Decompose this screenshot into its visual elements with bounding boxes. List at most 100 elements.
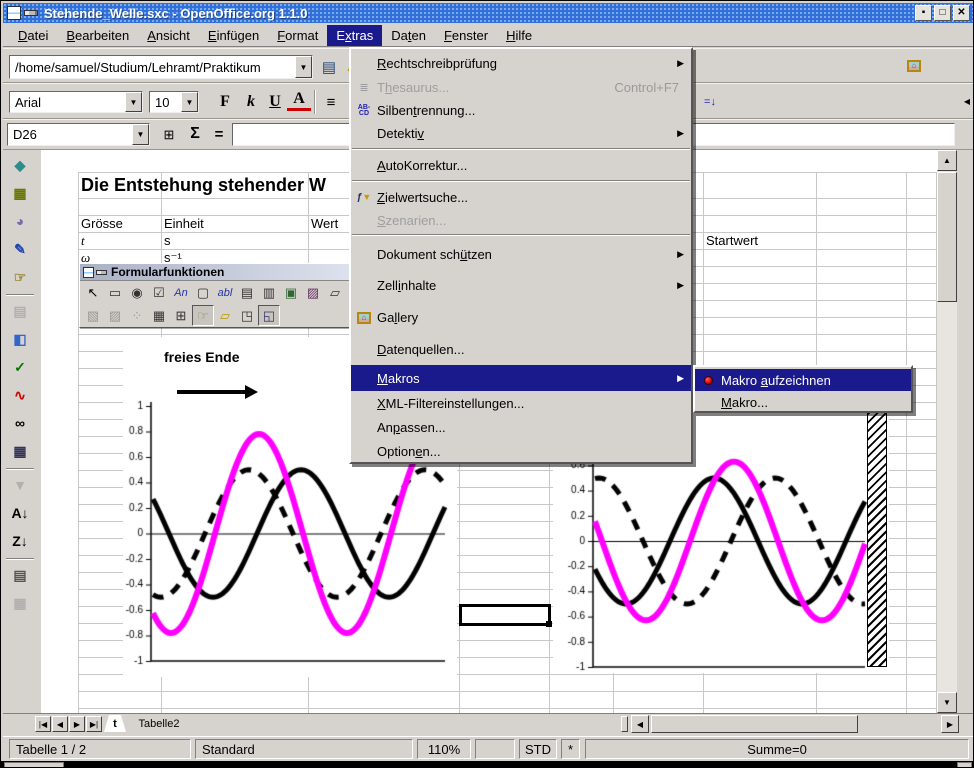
scroll-right-icon[interactable]: ▶	[941, 715, 959, 733]
fill-handle[interactable]	[546, 621, 552, 627]
menubar-item-format[interactable]: Format	[268, 25, 327, 46]
menu-item-detektiv[interactable]: Detektiv▶	[351, 122, 691, 145]
merge-cells-icon[interactable]: =↓	[698, 90, 722, 114]
menu-item-datenquellen[interactable]: Datenquellen...	[351, 334, 691, 365]
status-modified-flag[interactable]: *	[561, 739, 580, 759]
vertical-scroll-thumb[interactable]	[937, 172, 957, 302]
edit-icon[interactable]: ▧	[82, 305, 104, 326]
cell-B4[interactable]: s	[164, 232, 171, 249]
cell-B3[interactable]: Einheit	[164, 215, 204, 232]
activation-order-icon[interactable]: ⁘	[126, 305, 148, 326]
menubar-item-datei[interactable]: Datei	[9, 25, 57, 46]
design-mode-icon[interactable]: ☞	[192, 305, 214, 326]
menubar-item-daten[interactable]: Daten	[382, 25, 435, 46]
insert-frame-icon[interactable]: ▤	[8, 299, 32, 323]
menu-item-thesaurus[interactable]: ≣Thesaurus...Control+F7	[351, 75, 691, 99]
url-input[interactable]: /home/samuel/Studium/Lehramt/Praktikum ▼	[9, 55, 313, 79]
menubar-item-einfgen[interactable]: Einfügen	[199, 25, 268, 46]
file-selection-icon[interactable]: ▱	[324, 282, 346, 303]
menu-item-silbentrennung[interactable]: AB-CDSilbentrennung...	[351, 99, 691, 122]
spellcheck-icon[interactable]: ✓	[8, 355, 32, 379]
form-properties-icon[interactable]: ◱	[258, 305, 280, 326]
menubar-item-extras[interactable]: Extras	[327, 25, 382, 46]
prev-sheet-icon[interactable]: ◀	[52, 716, 68, 732]
font-name-select[interactable]: Arial ▼	[9, 91, 143, 113]
find-replace-icon[interactable]: ∞	[8, 411, 32, 435]
group-icon[interactable]: ▤	[8, 563, 32, 587]
menu-item-anpassen[interactable]: Anpassen...	[351, 415, 691, 439]
radio-button-icon[interactable]: ◉	[126, 282, 148, 303]
horizontal-scroll-thumb[interactable]	[651, 715, 858, 733]
font-size-dropdown-icon[interactable]: ▼	[181, 92, 198, 112]
menu-item-optionen[interactable]: Optionen...	[351, 439, 691, 463]
status-page-style[interactable]: Standard	[195, 739, 413, 759]
cell-C3[interactable]: Wert	[311, 215, 338, 232]
font-name-dropdown-icon[interactable]: ▼	[125, 92, 142, 112]
scroll-up-icon[interactable]: ▲	[937, 150, 957, 171]
close-button[interactable]: ✕	[953, 5, 970, 21]
last-sheet-icon[interactable]: ▶|	[86, 716, 102, 732]
cell-G4[interactable]: Startwert	[706, 232, 758, 249]
open-form-icon[interactable]: ▱	[214, 305, 236, 326]
cell-A1[interactable]: Die Entstehung stehender W	[81, 172, 326, 198]
menu-item-autokorrektur[interactable]: AutoKorrektur...	[351, 153, 691, 177]
insert-cells-icon[interactable]: ▦	[8, 181, 32, 205]
window-pin-icon[interactable]	[24, 10, 38, 16]
url-dropdown-icon[interactable]: ▼	[295, 56, 312, 78]
control-properties-icon[interactable]: ◳	[236, 305, 258, 326]
text-box-icon[interactable]: abl	[214, 282, 236, 303]
menu-item-zellinhalte[interactable]: Zellinhalte▶	[351, 269, 691, 301]
menubar-item-bearbeiten[interactable]: Bearbeiten	[57, 25, 138, 46]
image-control-icon[interactable]: ▨	[302, 282, 324, 303]
status-empty-panel[interactable]	[475, 739, 515, 759]
status-mode[interactable]: STD	[519, 739, 557, 759]
status-sheet-info[interactable]: Tabelle 1 / 2	[9, 739, 191, 759]
cell-A3[interactable]: Grösse	[81, 215, 123, 232]
maximize-button[interactable]: □	[934, 5, 951, 21]
first-sheet-icon[interactable]: |◀	[35, 716, 51, 732]
sort-ascending-icon[interactable]: A↓	[8, 501, 32, 525]
equals-icon[interactable]: =	[207, 122, 231, 146]
titlebar[interactable]: Stehende_Welle.sxc - OpenOffice.org 1.1.…	[3, 3, 973, 23]
group-box-icon[interactable]: ▢	[192, 282, 214, 303]
menubar-item-hilfe[interactable]: Hilfe	[497, 25, 541, 46]
insert-chart-icon[interactable]: ◕	[8, 209, 32, 233]
form-toolbar-titlebar[interactable]: Formularfunktionen	[80, 264, 352, 281]
form-toolbar-pin-icon[interactable]	[96, 270, 107, 275]
font-color-button[interactable]: A	[287, 90, 311, 111]
sum-icon[interactable]: Σ	[183, 122, 207, 146]
more-controls-icon[interactable]: ⊞	[170, 305, 192, 326]
image-button-icon[interactable]: ▣	[280, 282, 302, 303]
menubar-item-ansicht[interactable]: Ansicht	[138, 25, 199, 46]
menu-item-dokument-sch-tzen[interactable]: Dokument schützen▶	[351, 239, 691, 269]
toolbar-collapse-icon[interactable]: ◀	[961, 88, 973, 115]
menu-item-makros[interactable]: Makros▶	[351, 365, 691, 391]
menu-item-rechtschreibpr-fung[interactable]: Rechtschreibprüfung▶	[351, 51, 691, 75]
autofilter-icon[interactable]: ▼	[8, 473, 32, 497]
new-document-icon[interactable]: ▤	[317, 55, 341, 79]
delete-contents-icon[interactable]: ▦	[8, 591, 32, 615]
menu-item-gallery[interactable]: ⌂Gallery	[351, 301, 691, 334]
draw-functions-icon[interactable]: ✎	[8, 237, 32, 261]
insert-object-icon[interactable]: ◆	[8, 153, 32, 177]
scroll-left-icon[interactable]: ◀	[631, 715, 649, 733]
data-sources-icon[interactable]: ▦	[8, 439, 32, 463]
next-sheet-icon[interactable]: ▶	[69, 716, 85, 732]
cell-cursor-d26[interactable]	[459, 604, 551, 626]
combo-box-icon[interactable]: ▥	[258, 282, 280, 303]
table-control-icon[interactable]: ▦	[148, 305, 170, 326]
menu-item-zielwertsuche[interactable]: ƒ▼Zielwertsuche...	[351, 185, 691, 209]
autoformat-icon[interactable]: ◧	[8, 327, 32, 351]
menubar-item-fenster[interactable]: Fenster	[435, 25, 497, 46]
status-sum[interactable]: Summe=0	[585, 739, 969, 759]
italic-button[interactable]: k	[239, 90, 263, 114]
select-icon[interactable]: ↖	[82, 282, 104, 303]
align-left-icon[interactable]: ≡	[319, 90, 343, 114]
check-box-icon[interactable]: ☑	[148, 282, 170, 303]
underline-button[interactable]: U	[263, 90, 287, 114]
vertical-scrollbar[interactable]: ▲ ▼	[937, 150, 957, 713]
function-wizard-icon[interactable]: ⊞	[157, 123, 181, 147]
sheet-tab-tabelle2[interactable]: Tabelle2	[126, 715, 192, 732]
bold-button[interactable]: F	[213, 90, 237, 114]
cell-reference-dropdown-icon[interactable]: ▼	[132, 124, 149, 145]
